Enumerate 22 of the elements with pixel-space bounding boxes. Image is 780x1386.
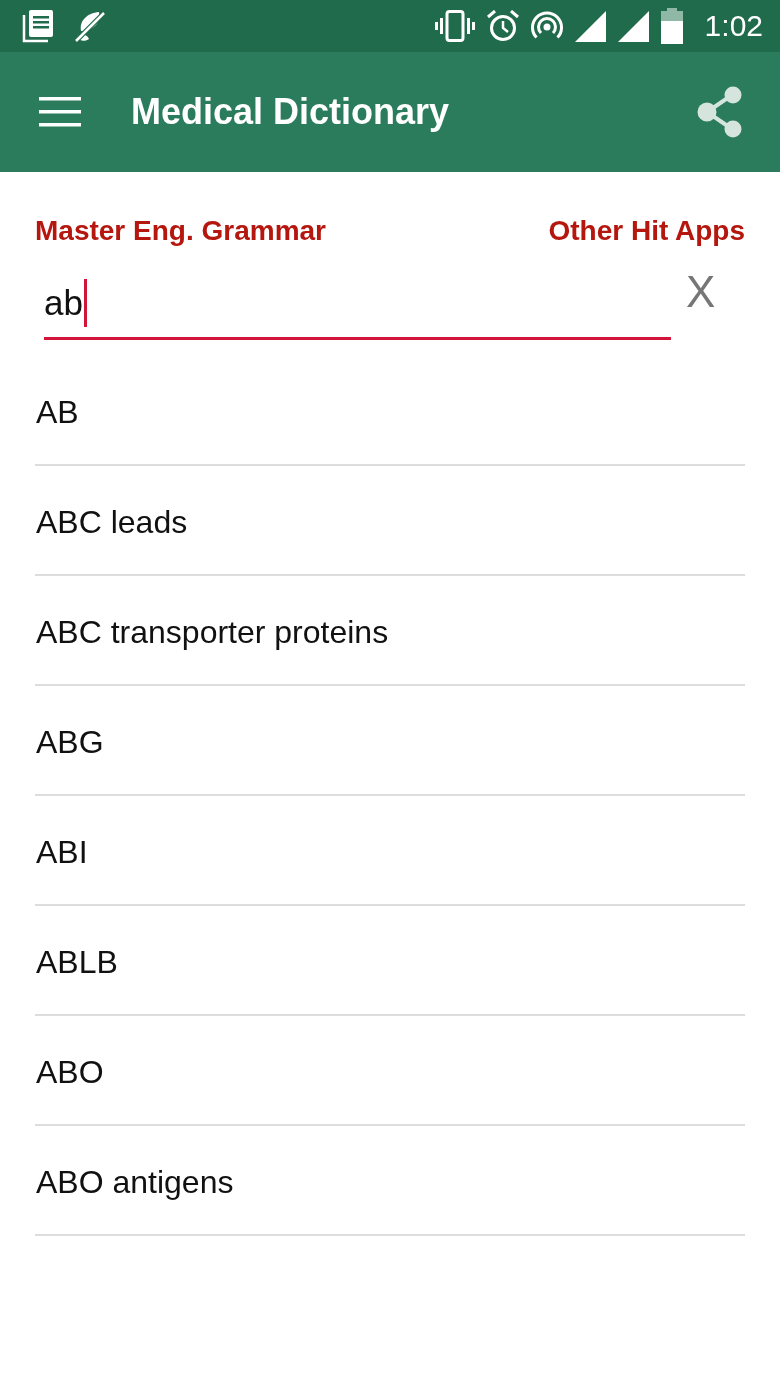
alarm-clock-icon xyxy=(486,10,519,42)
share-icon[interactable] xyxy=(696,86,744,138)
battery-icon xyxy=(660,8,683,44)
search-field[interactable]: ab xyxy=(44,274,671,340)
result-item[interactable]: ABG xyxy=(35,723,104,761)
result-item[interactable]: ABO xyxy=(35,1053,104,1091)
signal-icon xyxy=(574,10,606,42)
app-title: Medical Dictionary xyxy=(131,91,450,133)
result-item[interactable]: ABC transporter proteins xyxy=(35,613,389,651)
app-link[interactable]: Other Hit Apps xyxy=(548,214,745,248)
result-item[interactable]: ABLB xyxy=(35,943,118,981)
result-item[interactable]: ABI xyxy=(35,833,88,871)
result-item[interactable]: ABC leads xyxy=(35,503,188,541)
clear-button[interactable]: X xyxy=(682,270,720,314)
slashed-leaf-icon xyxy=(73,9,107,43)
vibrate-icon xyxy=(434,10,475,42)
result-item[interactable]: ABO antigens xyxy=(35,1163,234,1201)
app-link[interactable]: Master Eng. Grammar xyxy=(35,214,326,248)
clock-time: 1:02 xyxy=(704,11,763,41)
result-item[interactable]: AB xyxy=(35,393,79,431)
signal-icon xyxy=(617,10,649,42)
notification-icon xyxy=(22,9,54,43)
